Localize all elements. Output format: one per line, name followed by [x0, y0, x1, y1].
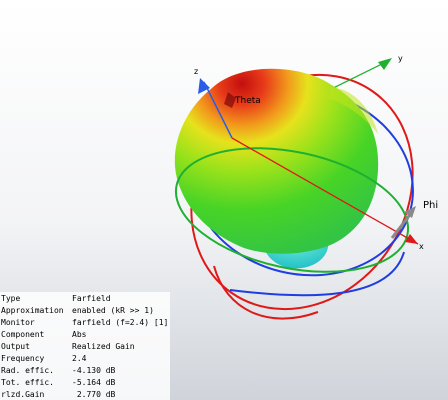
info-key: Approximation: [1, 306, 64, 315]
info-value: Realized Gain: [72, 342, 135, 351]
info-value: enabled (kR >> 1): [72, 306, 154, 315]
info-key: Monitor: [1, 318, 35, 327]
y-axis-label: y: [398, 54, 403, 63]
info-value: Abs: [72, 330, 87, 339]
info-key: Component: [1, 330, 45, 339]
info-value: 2.770 dB: [72, 390, 116, 399]
info-value: farfield (f=2.4) [1]: [72, 318, 169, 327]
z-axis-label: z: [194, 67, 198, 76]
farfield-info-panel: Type Farfield Approximation enabled (kR …: [0, 292, 170, 400]
theta-label: Theta: [234, 96, 261, 106]
y-axis-arrow-icon: [378, 58, 392, 70]
info-key: Tot. effic.: [1, 378, 54, 387]
info-value: -4.130 dB: [72, 366, 116, 375]
info-value: 2.4: [72, 354, 87, 363]
phi-label: Phi: [423, 200, 438, 211]
phi-arrow-shaft: [390, 211, 414, 239]
info-key: rlzd.Gain: [1, 390, 45, 399]
info-value: -5.164 dB: [72, 378, 116, 387]
x-axis-label: x: [419, 242, 424, 251]
info-key: Frequency: [1, 354, 45, 363]
info-key: Type: [1, 294, 21, 303]
info-value: Farfield: [72, 294, 111, 303]
info-key: Rad. effic.: [1, 366, 54, 375]
info-key: Output: [1, 342, 30, 351]
